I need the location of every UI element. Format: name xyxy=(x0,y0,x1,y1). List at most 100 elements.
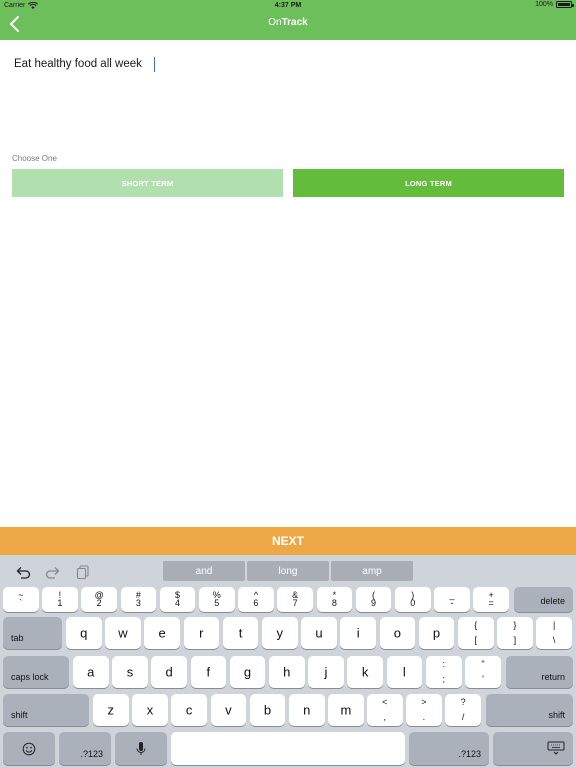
key--[interactable]: _ - xyxy=(434,587,470,612)
tab-key[interactable]: tab xyxy=(3,617,62,649)
undo-button[interactable] xyxy=(14,563,32,579)
key-9[interactable]: (9 xyxy=(355,587,392,612)
key-shift-label: { xyxy=(474,620,478,630)
key-s[interactable]: s xyxy=(112,656,148,688)
key-b[interactable]: b xyxy=(249,694,286,726)
dictation-key[interactable] xyxy=(115,732,167,765)
shift-key-right[interactable]: shift xyxy=(486,694,573,726)
redo-button[interactable] xyxy=(44,563,62,579)
delete-key[interactable]: delete xyxy=(514,587,573,612)
key-label: 5 xyxy=(214,598,220,608)
key-d[interactable]: d xyxy=(151,656,187,688)
key-h[interactable]: h xyxy=(269,656,305,688)
return-key[interactable]: return xyxy=(506,656,573,688)
key-x[interactable]: x xyxy=(132,694,168,726)
key-label: 9 xyxy=(371,598,377,608)
key-n[interactable]: n xyxy=(289,694,325,726)
key-label: .?123 xyxy=(80,749,103,759)
suggestion-2[interactable]: long xyxy=(247,561,329,581)
key-i[interactable]: i xyxy=(340,617,376,649)
battery-info: 100% xyxy=(535,1,574,8)
key-label: s xyxy=(126,664,134,680)
key-2[interactable]: @2 xyxy=(81,587,117,612)
key-t[interactable]: t xyxy=(222,617,259,649)
key-3[interactable]: #3 xyxy=(120,587,157,612)
key-6[interactable]: ^ 6 xyxy=(238,587,274,612)
key-punct2-0[interactable]: <, xyxy=(367,694,403,726)
numbers-key-right[interactable]: .?123 xyxy=(409,732,489,765)
key-label: - xyxy=(450,598,454,608)
key-1[interactable]: ! 1 xyxy=(42,587,78,612)
key-v[interactable]: v xyxy=(210,694,247,726)
key-f[interactable]: f xyxy=(190,656,227,688)
dismiss-keyboard-key[interactable] xyxy=(493,732,573,765)
goal-text-field[interactable]: Eat healthy food all week xyxy=(14,55,554,73)
key-label: u xyxy=(315,625,323,641)
key-label: caps lock xyxy=(11,672,49,682)
paste-button[interactable] xyxy=(74,563,92,580)
key-o[interactable]: o xyxy=(379,617,416,649)
key-label: q xyxy=(80,625,88,641)
key-label: r xyxy=(199,625,204,641)
key-y[interactable]: y xyxy=(262,617,298,649)
status-time: 4:37 PM xyxy=(274,2,302,9)
key-label: delete xyxy=(540,596,565,606)
key-p[interactable]: p xyxy=(418,617,455,649)
key-l[interactable]: l xyxy=(386,656,423,688)
key-k[interactable]: k xyxy=(347,656,383,688)
key-shift-label: > xyxy=(421,697,427,707)
key-sym-0[interactable]: {[ xyxy=(458,617,494,649)
key-label: e xyxy=(158,625,166,641)
key-shift-label: " xyxy=(481,659,485,669)
suggestion-1[interactable]: and xyxy=(163,561,245,581)
key-0[interactable]: ) 0 xyxy=(395,587,431,612)
key-=[interactable]: + = xyxy=(473,587,509,612)
key-8[interactable]: * 8 xyxy=(316,587,353,612)
key-shift-label: ? xyxy=(460,697,466,707)
key-label: tab xyxy=(11,633,24,643)
key-u[interactable]: u xyxy=(301,617,337,649)
key-label: w xyxy=(118,625,128,641)
key-punct2-1[interactable]: >. xyxy=(406,694,442,726)
key-c[interactable]: c xyxy=(171,694,207,726)
key-r[interactable]: r xyxy=(183,617,220,649)
key-punct2-2[interactable]: ? / xyxy=(445,694,481,726)
microphone-icon xyxy=(115,741,167,757)
onscreen-keyboard: and long amp ~ `! 1 @2 #3 $4% 5 ^ 6 & 7 * 8(9) 0 _ - + = d… xyxy=(0,555,576,768)
key-label: ' xyxy=(482,674,484,684)
key-a[interactable]: a xyxy=(73,656,109,688)
long-term-button[interactable]: LONG TERM xyxy=(293,169,564,197)
key-label: return xyxy=(541,672,565,682)
emoji-key[interactable] xyxy=(3,732,55,765)
space-bar[interactable] xyxy=(171,732,405,765)
battery-fill xyxy=(558,3,570,6)
short-term-button[interactable]: SHORT TERM xyxy=(12,169,283,197)
key-label: a xyxy=(87,664,95,680)
key-label: t xyxy=(238,625,243,641)
caps-lock-key[interactable]: caps lock xyxy=(3,656,69,688)
key-e[interactable]: e xyxy=(144,617,180,649)
suggestion-3[interactable]: amp xyxy=(331,561,413,581)
key-label: ` xyxy=(19,598,23,608)
key-sym-2[interactable]: | \ xyxy=(536,617,572,649)
key-punct-1[interactable]: " ' xyxy=(465,656,501,688)
next-button[interactable]: NEXT xyxy=(0,527,576,555)
key-z[interactable]: z xyxy=(93,694,129,726)
numbers-key-left[interactable]: .?123 xyxy=(59,732,111,765)
key-q[interactable]: q xyxy=(66,617,102,649)
shift-key-left[interactable]: shift xyxy=(3,694,89,726)
key-punct-0[interactable]: :; xyxy=(426,656,462,688)
key-7[interactable]: & 7 xyxy=(277,587,313,612)
key-sym-1[interactable]: }] xyxy=(497,617,533,649)
key-`[interactable]: ~ ` xyxy=(3,587,39,612)
keyboard-dismiss-icon xyxy=(547,741,565,760)
key-label: = xyxy=(488,598,494,608)
key-w[interactable]: w xyxy=(105,617,141,649)
key-4[interactable]: $4 xyxy=(159,587,196,612)
key-g[interactable]: g xyxy=(229,656,266,688)
key-5[interactable]: % 5 xyxy=(199,587,235,612)
key-j[interactable]: j xyxy=(308,656,344,688)
key-shift-label: } xyxy=(513,620,517,630)
key-label: 1 xyxy=(57,598,63,608)
key-m[interactable]: m xyxy=(328,694,364,726)
